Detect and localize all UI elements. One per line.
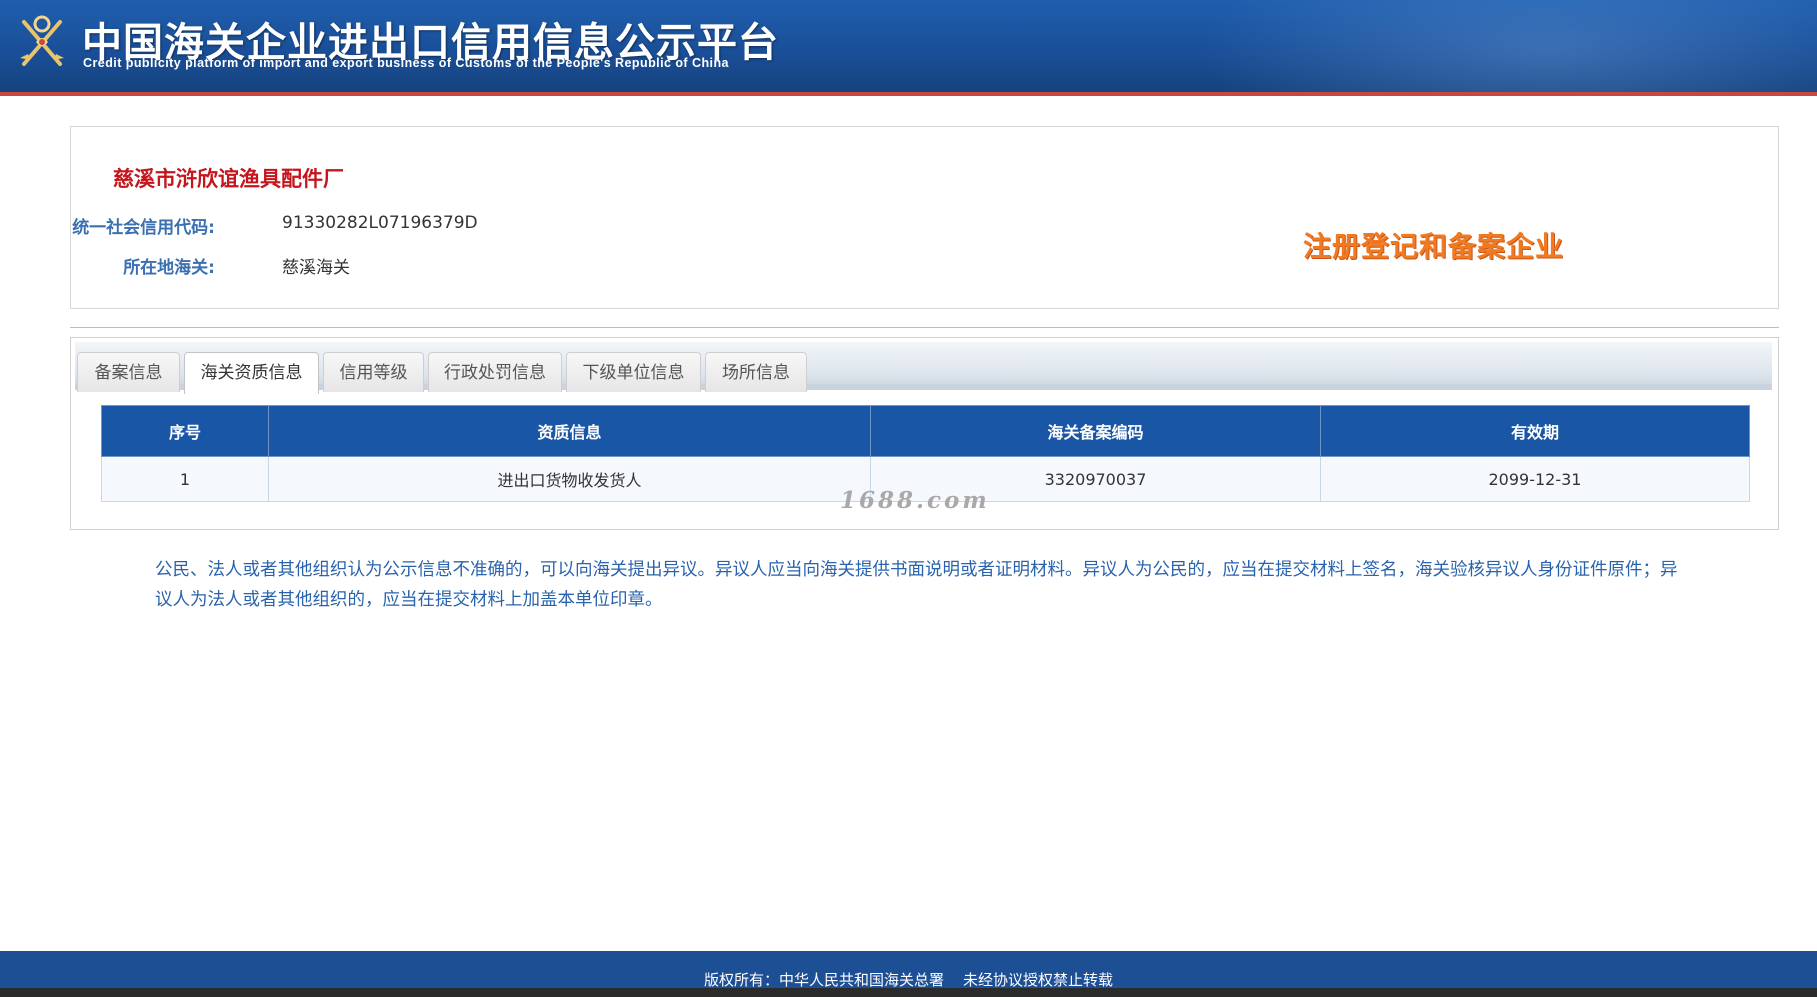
- column-header-customs-code: 海关备案编码: [870, 405, 1321, 457]
- tab-administrative-penalty[interactable]: 行政处罚信息: [428, 352, 562, 392]
- tab-subordinate-units[interactable]: 下级单位信息: [566, 352, 701, 392]
- site-title-english: Credit publicity platform of import and …: [83, 56, 729, 70]
- company-info-card: 慈溪市浒欣谊渔具配件厂 统一社会信用代码: 91330282L07196379D…: [70, 126, 1779, 309]
- column-header-index: 序号: [101, 405, 269, 457]
- tab-bar: 备案信息 海关资质信息 信用等级 行政处罚信息 下级单位信息 场所信息: [75, 342, 1772, 394]
- customs-value: 慈溪海关: [282, 258, 350, 278]
- credit-code-label: 统一社会信用代码:: [72, 218, 215, 238]
- watermark: 1688.com: [840, 487, 990, 514]
- footer-bottom-strip: [0, 988, 1817, 997]
- section-divider: [70, 327, 1779, 328]
- company-name: 慈溪市浒欣谊渔具配件厂: [113, 167, 344, 191]
- credit-code-value: 91330282L07196379D: [282, 213, 478, 233]
- cell-validity: 2099-12-31: [1320, 456, 1750, 502]
- tab-credit-rating[interactable]: 信用等级: [323, 352, 424, 392]
- objection-notice: 公民、法人或者其他组织认为公示信息不准确的，可以向海关提出异议。异议人应当向海关…: [155, 560, 1678, 610]
- footer-copyright: 版权所有：中华人民共和国海关总署 未经协议授权禁止转载: [703, 971, 1114, 989]
- customs-label: 所在地海关:: [123, 258, 215, 278]
- column-header-qualification: 资质信息: [268, 405, 871, 457]
- tab-customs-qualification[interactable]: 海关资质信息: [184, 352, 319, 394]
- site-header: 中国海关企业进出口信用信息公示平台 Credit publicity platf…: [0, 0, 1817, 96]
- tab-site-info[interactable]: 场所信息: [705, 352, 807, 392]
- cell-qualification: 进出口货物收发货人: [268, 456, 871, 502]
- tab-filing-info[interactable]: 备案信息: [77, 352, 180, 392]
- header-glow: [1197, 0, 1817, 92]
- customs-emblem-icon: [20, 15, 64, 66]
- column-header-validity: 有效期: [1320, 405, 1750, 457]
- cell-index: 1: [101, 456, 269, 502]
- table-header-row: 序号 资质信息 海关备案编码 有效期: [101, 405, 1750, 457]
- registration-status-badge: 注册登记和备案企业: [1303, 230, 1565, 263]
